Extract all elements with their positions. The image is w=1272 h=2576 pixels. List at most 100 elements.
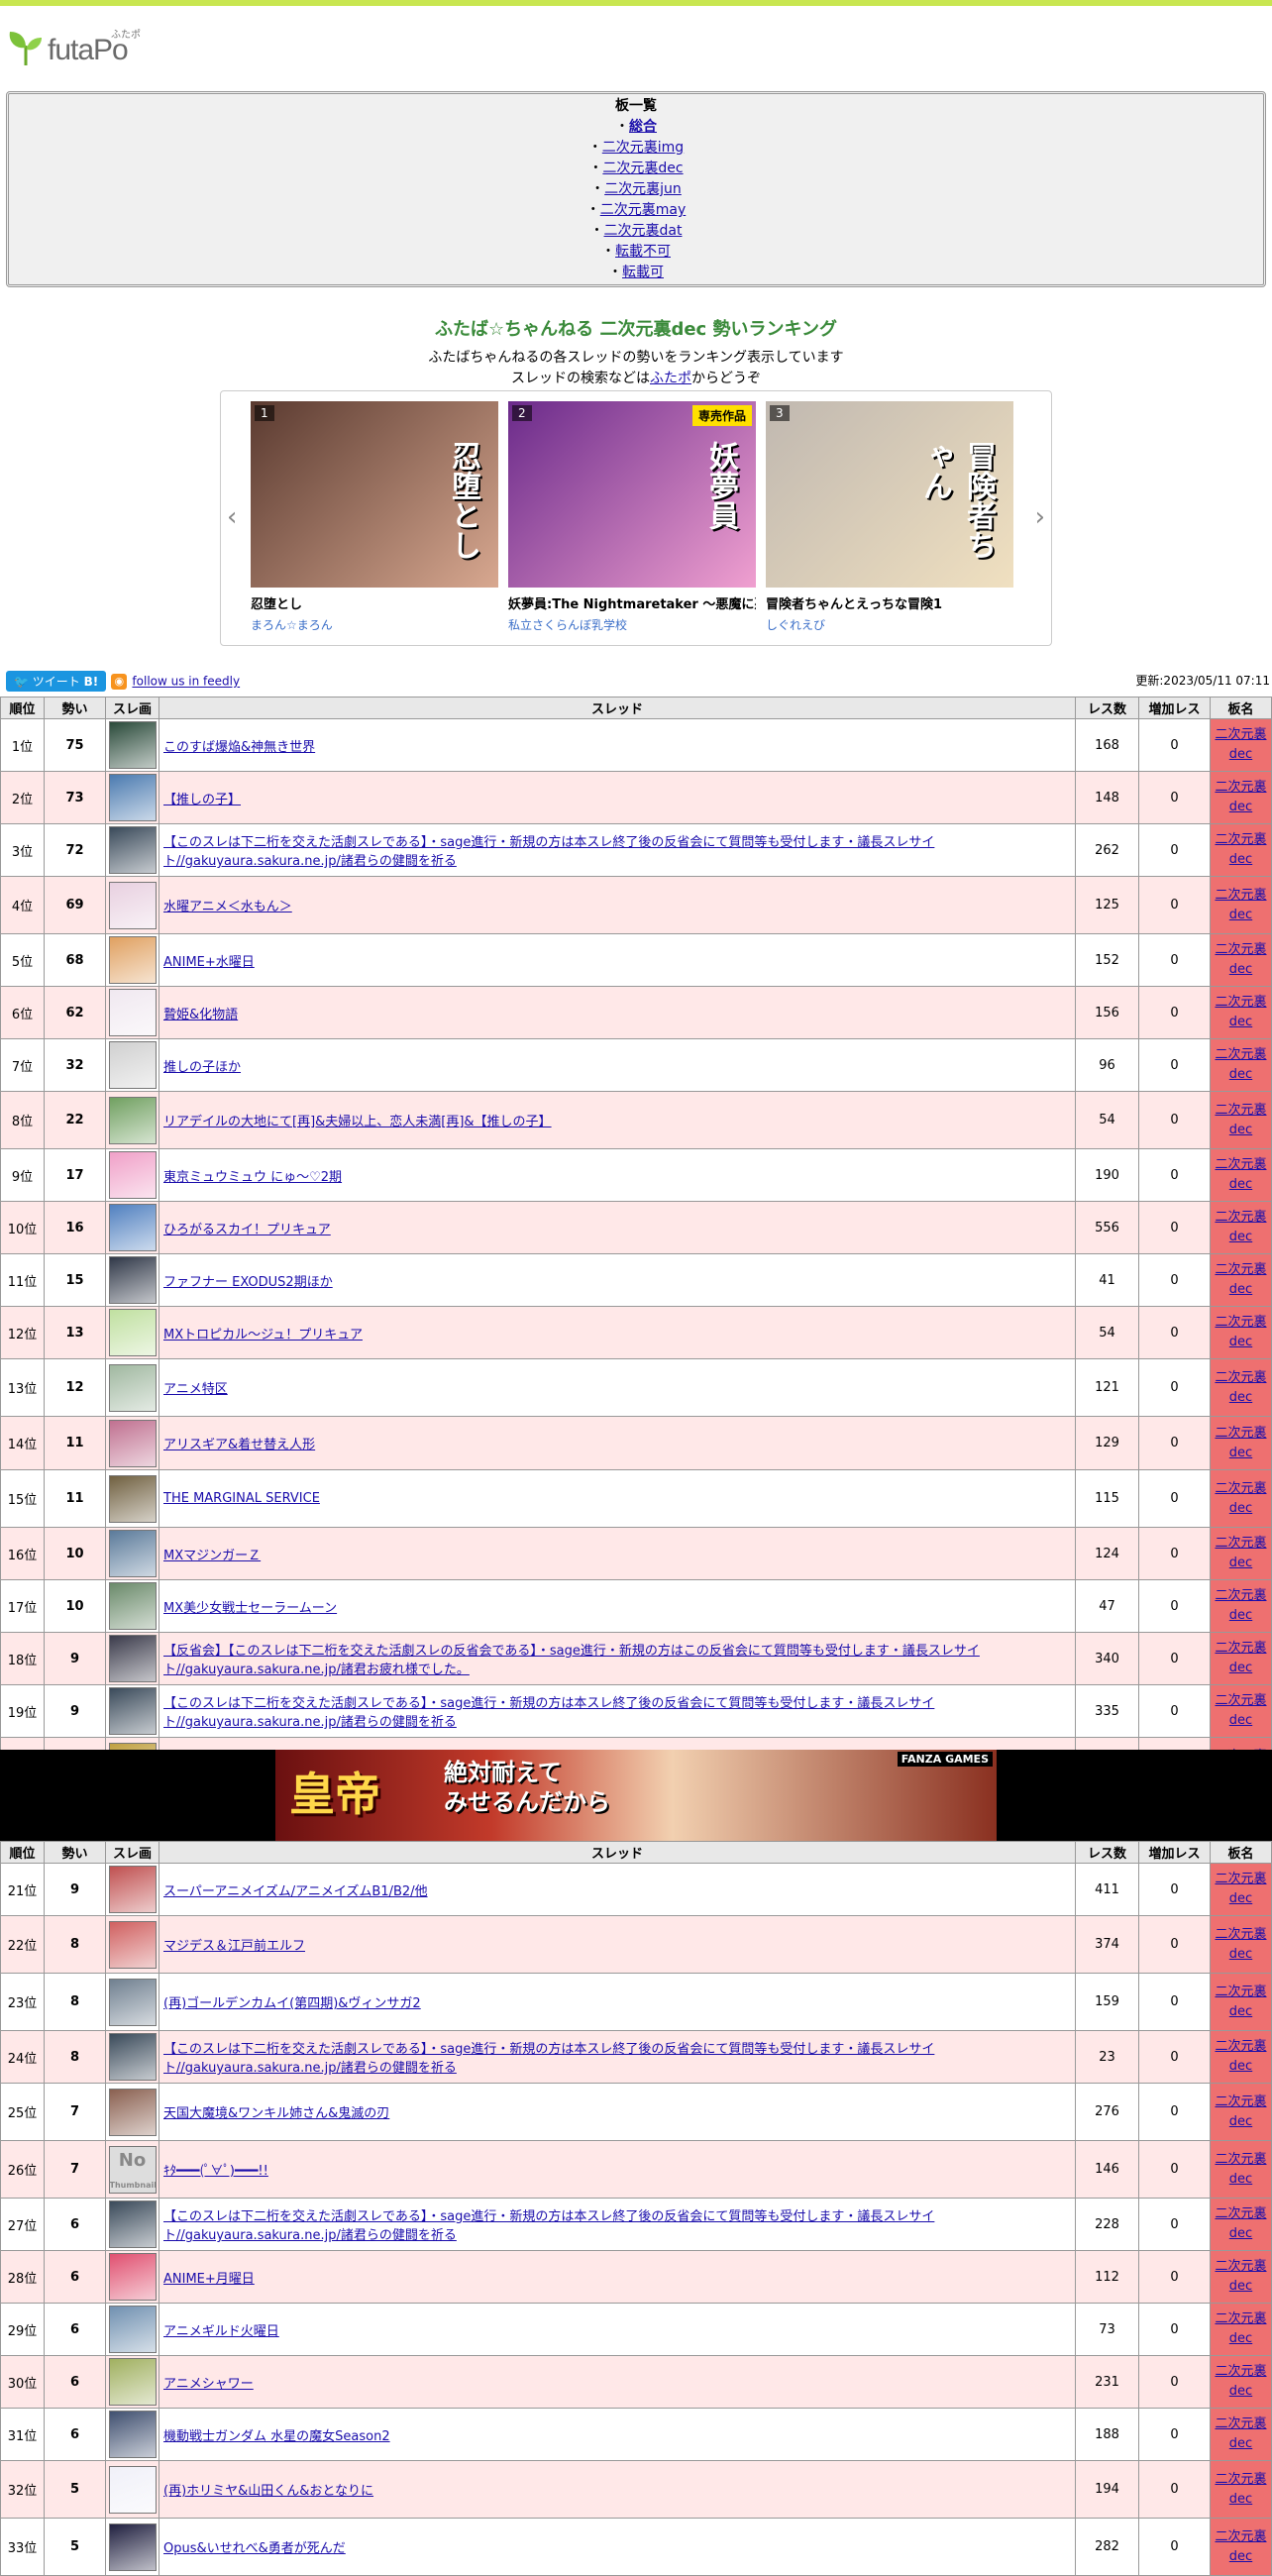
product-image[interactable]: 2 専売作品 妖夢員 [508,401,756,588]
board-name-link[interactable]: 二次元裏 dec [1215,1481,1266,1516]
board-link[interactable]: 二次元裏jun [604,181,682,197]
thread-link[interactable]: 機動戦士ガンダム 水星の魔女Season2 [163,2429,390,2444]
thread-thumbnail[interactable] [108,1419,157,1467]
thread-link[interactable]: 【推しの子】 [163,793,241,807]
thread-link[interactable]: 【このスレは下二桁を交えた活劇スレである】・sage進行・新規の方は本スレ終了後… [163,1696,934,1730]
board-link[interactable]: 二次元裏may [600,202,687,218]
feedly-link[interactable]: follow us in feedly [132,675,240,689]
board-link[interactable]: 転載可 [622,265,664,280]
thread-link[interactable]: Opus&いせれべ&勇者が死んだ [163,2541,346,2556]
thread-thumbnail[interactable] [108,826,157,874]
tweet-button[interactable]: 🐦 ツイート B! [6,671,107,692]
product-image[interactable]: 1 忍堕とし [251,401,498,588]
board-name-link[interactable]: 二次元裏 dec [1215,1047,1266,1082]
thread-thumbnail[interactable]: No Thumbnail [108,2145,157,2194]
board-name-link[interactable]: 二次元裏 dec [1215,832,1266,867]
thread-thumbnail[interactable] [108,881,157,929]
thread-link[interactable]: 天国大魔境&ワンキル姉さん&鬼滅の刃 [163,2106,389,2121]
thread-thumbnail[interactable] [108,1041,157,1089]
board-name-link[interactable]: 二次元裏 dec [1215,888,1266,922]
thread-link[interactable]: 水曜アニメ＜水もん＞ [163,900,292,914]
board-name-link[interactable]: 二次元裏 dec [1215,727,1266,762]
product-card[interactable]: 2 専売作品 妖夢員妖夢員:The Nightmaretaker ～悪魔に憑か 私立さ… [508,401,756,633]
board-name-link[interactable]: 二次元裏 dec [1215,1588,1266,1623]
thread-link[interactable]: このすば爆焔&神無き世界 [163,740,315,755]
thread-link[interactable]: (再)ホリミヤ&山田くん&おとなりに [163,2484,373,2499]
thread-thumbnail[interactable] [108,1096,157,1144]
board-name-link[interactable]: 二次元裏 dec [1215,1985,1266,2019]
board-name-link[interactable]: 二次元裏 dec [1215,780,1266,814]
thread-thumbnail[interactable] [108,1687,157,1735]
board-name-link[interactable]: 二次元裏 dec [1215,942,1266,977]
thread-thumbnail[interactable] [108,2200,157,2248]
board-name-link[interactable]: 二次元裏 dec [1215,1103,1266,1137]
board-name-link[interactable]: 二次元裏 dec [1215,1872,1266,1906]
board-name-link[interactable]: 二次元裏 dec [1215,1370,1266,1405]
thread-thumbnail[interactable] [108,2253,157,2301]
thread-thumbnail[interactable] [108,2306,157,2353]
ad-banner[interactable]: 皇帝 絶対耐えて みせるんだから FANZA GAMES [0,1750,1272,1841]
thread-link[interactable]: 【このスレは下二桁を交えた活劇スレである】・sage進行・新規の方は本スレ終了後… [163,835,934,869]
thread-link[interactable]: ひろがるスカイ！プリキュア [163,1223,331,1237]
futapo-link[interactable]: ふたポ [650,371,691,386]
thread-thumbnail[interactable] [108,1204,157,1251]
thread-link[interactable]: 東京ミュウミュウ にゅ～♡2期 [163,1170,342,1185]
carousel-next-icon[interactable]: › [1035,502,1045,532]
thread-link[interactable]: THE MARGINAL SERVICE [163,1491,320,1506]
site-logo[interactable]: futaPo ふたポ [6,26,145,73]
thread-thumbnail[interactable] [108,1256,157,1304]
board-name-link[interactable]: 二次元裏 dec [1215,2039,1266,2074]
board-link[interactable]: 二次元裏dec [602,161,683,176]
board-name-link[interactable]: 二次元裏 dec [1215,2259,1266,2294]
board-name-link[interactable]: 二次元裏 dec [1215,2094,1266,2129]
thread-thumbnail[interactable] [108,2522,157,2571]
thread-link[interactable]: 推しの子ほか [163,1060,241,1075]
board-link[interactable]: 転載不可 [615,244,671,260]
thread-thumbnail[interactable] [108,2465,157,2514]
thread-link[interactable]: リアデイルの大地にて[再]&夫婦以上、恋人未満[再]&【推しの子】 [163,1115,552,1129]
thread-thumbnail[interactable] [108,1582,157,1630]
thread-link[interactable]: 【このスレは下二桁を交えた活劇スレである】・sage進行・新規の方は本スレ終了後… [163,2042,934,2076]
thread-thumbnail[interactable] [108,1363,157,1412]
thread-link[interactable]: マジデス＆江戸前エルフ [163,1939,305,1954]
thread-link[interactable]: MXトロピカル～ジュ！プリキュア [163,1328,363,1342]
product-author[interactable]: 私立さくらんぼ乳学校 [508,616,756,633]
thread-thumbnail[interactable] [108,1309,157,1356]
thread-link[interactable]: 【このスレは下二桁を交えた活劇スレである】・sage進行・新規の方は本スレ終了後… [163,2209,934,2243]
thread-link[interactable]: アリスギア&着せ替え人形 [163,1438,315,1452]
thread-thumbnail[interactable] [108,1151,157,1199]
product-title[interactable]: 忍堕とし [251,593,498,612]
board-name-link[interactable]: 二次元裏 dec [1215,2364,1266,2399]
board-name-link[interactable]: 二次元裏 dec [1215,2416,1266,2451]
thread-thumbnail[interactable] [108,2358,157,2406]
product-title[interactable]: 妖夢員:The Nightmaretaker ～悪魔に憑か [508,593,756,612]
thread-link[interactable]: ANIME+水曜日 [163,955,255,970]
board-name-link[interactable]: 二次元裏 dec [1215,995,1266,1029]
board-name-link[interactable]: 二次元裏 dec [1215,1157,1266,1192]
board-link[interactable]: 二次元裏dat [604,223,683,239]
board-name-link[interactable]: 二次元裏 dec [1215,1693,1266,1728]
board-name-link[interactable]: 二次元裏 dec [1215,1262,1266,1297]
product-card[interactable]: 3 冒険者ちゃん 冒険者ちゃんとえっちな冒険1 しぐれえび [766,401,1013,633]
board-name-link[interactable]: 二次元裏 dec [1215,1210,1266,1244]
thread-thumbnail[interactable] [108,1474,157,1523]
product-card[interactable]: 1 忍堕とし忍堕としまろん☆まろん [251,401,498,633]
thread-link[interactable]: ファフナー EXODUS2期ほか [163,1275,333,1290]
thread-link[interactable]: ANIME+月曜日 [163,2272,255,2287]
board-name-link[interactable]: 二次元裏 dec [1215,1641,1266,1675]
thread-thumbnail[interactable] [108,2088,157,2136]
board-name-link[interactable]: 二次元裏 dec [1215,1426,1266,1460]
thread-thumbnail[interactable] [108,2411,157,2458]
thread-thumbnail[interactable] [108,1530,157,1577]
thread-thumbnail[interactable] [108,774,157,821]
product-author[interactable]: まろん☆まろん [251,616,498,633]
board-name-link[interactable]: 二次元裏 dec [1215,2472,1266,2507]
product-image[interactable]: 3 冒険者ちゃん [766,401,1013,588]
thread-link[interactable]: (再)ゴールデンカムイ(第四期)&ヴィンサガ2 [163,1996,421,2011]
thread-thumbnail[interactable] [108,2033,157,2081]
thread-thumbnail[interactable] [108,1920,157,1969]
board-name-link[interactable]: 二次元裏 dec [1215,2152,1266,2187]
thread-link[interactable]: スーパーアニメイズム/アニメイズムB1/B2/他 [163,1884,428,1899]
thread-link[interactable]: MXマジンガーＺ [163,1549,261,1563]
board-name-link[interactable]: 二次元裏 dec [1215,2206,1266,2241]
